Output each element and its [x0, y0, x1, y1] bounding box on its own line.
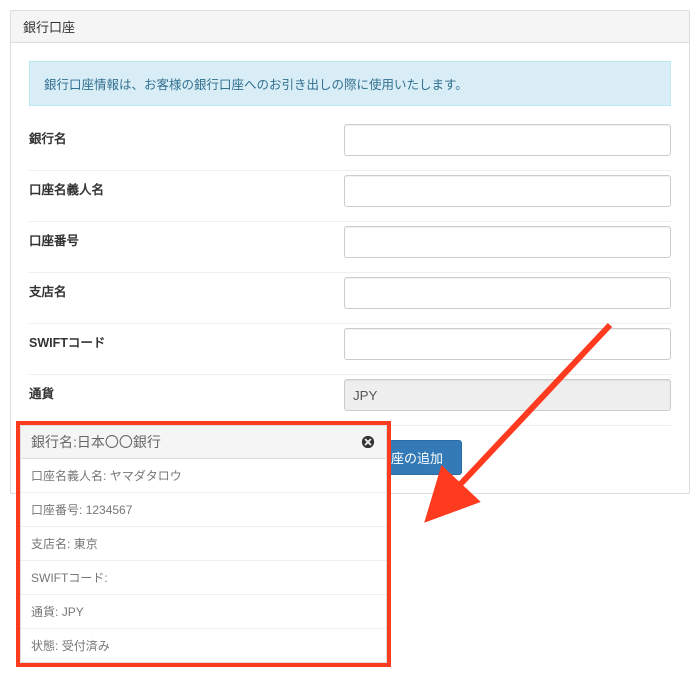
- list-item: 口座番号: 1234567: [21, 493, 386, 527]
- list-item: 状態: 受付済み: [21, 629, 386, 662]
- bank-name-input[interactable]: [344, 124, 671, 156]
- close-icon[interactable]: [360, 434, 376, 450]
- card-bank-label: 銀行名: [31, 434, 73, 450]
- label-branch: 支店名: [29, 273, 344, 324]
- currency-input: [344, 379, 671, 411]
- list-item: 通貨: JPY: [21, 595, 386, 629]
- row-label: 状態: [31, 639, 55, 653]
- list-item: 支店名: 東京: [21, 527, 386, 561]
- row-value: 東京: [74, 537, 98, 551]
- row-label: 口座名義人名: [31, 469, 103, 483]
- account-holder-input[interactable]: [344, 175, 671, 207]
- account-card-inner: 銀行名:日本〇〇銀行 口座名義人名: ヤマダタロウ 口座番号: 1234567 …: [20, 425, 387, 663]
- account-card-title: 銀行名:日本〇〇銀行: [31, 432, 161, 452]
- form-row-swift: SWIFTコード: [29, 324, 671, 375]
- card-bank-name: 日本〇〇銀行: [77, 434, 161, 450]
- label-bank-name: 銀行名: [29, 120, 344, 171]
- form-row-bank: 銀行名: [29, 120, 671, 171]
- form-row-holder: 口座名義人名: [29, 171, 671, 222]
- form-row-currency: 通貨: [29, 375, 671, 426]
- account-number-input[interactable]: [344, 226, 671, 258]
- panel-title: 銀行口座: [11, 11, 689, 43]
- form-row-branch: 支店名: [29, 273, 671, 324]
- account-card-list: 口座名義人名: ヤマダタロウ 口座番号: 1234567 支店名: 東京 SWI…: [21, 459, 386, 662]
- row-label: 支店名: [31, 537, 67, 551]
- list-item: SWIFTコード:: [21, 561, 386, 595]
- info-alert: 銀行口座情報は、お客様の銀行口座へのお引き出しの際に使用いたします。: [29, 61, 671, 106]
- row-label: 通貨: [31, 605, 55, 619]
- form-row-account-no: 口座番号: [29, 222, 671, 273]
- row-value: 受付済み: [62, 639, 110, 653]
- label-account-number: 口座番号: [29, 222, 344, 273]
- label-account-holder: 口座名義人名: [29, 171, 344, 222]
- list-item: 口座名義人名: ヤマダタロウ: [21, 459, 386, 493]
- branch-input[interactable]: [344, 277, 671, 309]
- label-swift: SWIFTコード: [29, 324, 344, 375]
- row-label: 口座番号: [31, 503, 79, 517]
- account-card-heading: 銀行名:日本〇〇銀行: [21, 426, 386, 459]
- label-currency: 通貨: [29, 375, 344, 426]
- row-value: ヤマダタロウ: [110, 469, 182, 483]
- row-value: 1234567: [86, 503, 133, 517]
- account-card: 銀行名:日本〇〇銀行 口座名義人名: ヤマダタロウ 口座番号: 1234567 …: [16, 421, 391, 667]
- swift-input[interactable]: [344, 328, 671, 360]
- row-value: JPY: [62, 605, 84, 619]
- row-label: SWIFTコード: [31, 571, 104, 585]
